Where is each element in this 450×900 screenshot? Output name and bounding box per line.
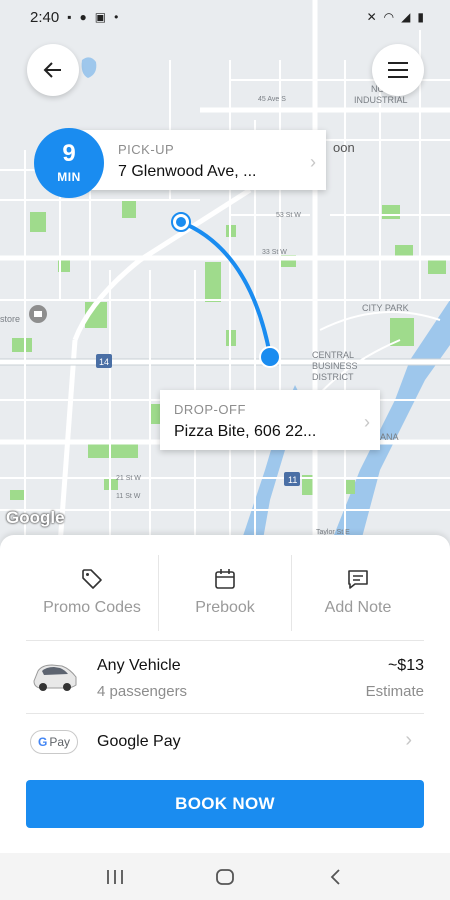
label-53-st: 53 St W: [276, 212, 301, 219]
dot-icon: •: [114, 10, 119, 24]
price-note: Estimate: [365, 683, 424, 700]
status-bar: 2:40 ▪ ● ▣ • ✕ ◠ ◢ ▮: [0, 0, 450, 34]
pickup-label: PICK-UP: [118, 142, 175, 157]
eta-unit: MIN: [57, 170, 81, 184]
eta-value: 9: [62, 140, 76, 167]
label-45-ave: 45 Ave S: [258, 96, 286, 103]
highway-shield-14: 14: [96, 354, 112, 368]
vehicle-row[interactable]: Any Vehicle 4 passengers ~$13 Estimate: [26, 645, 424, 711]
svg-text:14: 14: [99, 357, 109, 367]
nav-back-button[interactable]: [315, 862, 355, 892]
google-logo: Google: [6, 508, 65, 527]
payment-method: Google Pay: [97, 733, 181, 750]
signal-icon: ◢: [401, 10, 411, 24]
pickup-marker[interactable]: [171, 212, 191, 232]
sim-icon: ▪: [67, 10, 72, 24]
recent-apps-icon: [107, 869, 123, 884]
battery-icon: ▮: [417, 10, 424, 24]
prebook-label: Prebook: [195, 599, 255, 616]
add-note-label: Add Note: [324, 599, 392, 616]
dropoff-label: DROP-OFF: [174, 402, 246, 417]
dropoff-address: Pizza Bite, 606 22...: [174, 423, 317, 440]
wifi-icon: ◠: [383, 10, 395, 24]
pickup-card[interactable]: PICK-UP 7 Glenwood Ave, ... ›: [70, 130, 326, 190]
chevron-right-icon: ›: [310, 152, 316, 172]
menu-button[interactable]: [372, 44, 424, 96]
label-21-st: 21 St W: [116, 475, 141, 482]
google-pay-badge-text: Pay: [49, 735, 71, 749]
system-nav-bar: [0, 853, 450, 900]
vehicle-name: Any Vehicle: [97, 657, 181, 674]
location-icon: ●: [79, 10, 87, 24]
vehicle-passengers: 4 passengers: [97, 683, 188, 700]
hamburger-icon: [388, 62, 408, 78]
prebook-button[interactable]: Prebook: [158, 555, 291, 631]
tag-icon: [82, 569, 102, 589]
google-pay-icon: G Pay: [30, 730, 78, 754]
svg-text:11: 11: [288, 475, 297, 485]
back-icon: [330, 868, 340, 885]
label-ana: ANA: [380, 432, 399, 442]
label-33-st: 33 St W: [262, 249, 287, 256]
status-time: 2:40: [30, 8, 60, 26]
book-now-button[interactable]: BOOK NOW: [26, 780, 424, 828]
mute-icon: ✕: [366, 10, 377, 24]
label-central-3: DISTRICT: [312, 372, 354, 382]
label-saskatoon: oon: [333, 140, 355, 155]
calendar-icon: [215, 569, 235, 589]
promo-codes-label: Promo Codes: [43, 599, 141, 616]
label-city-park: CITY PARK: [362, 303, 409, 313]
home-icon: [216, 868, 234, 885]
home-button[interactable]: [205, 862, 245, 892]
recent-apps-button[interactable]: [95, 862, 135, 892]
payment-row[interactable]: G Pay Google Pay ›: [26, 715, 424, 771]
eta-badge: 9 MIN: [34, 128, 104, 198]
arrow-left-icon: [43, 62, 61, 78]
status-right: ✕ ◠ ◢ ▮: [367, 11, 424, 23]
image-icon: ▣: [94, 10, 107, 24]
dropoff-marker[interactable]: [259, 346, 281, 368]
price-estimate: ~$13: [387, 657, 424, 674]
chevron-right-icon: ›: [364, 412, 370, 432]
status-left: 2:40 ▪ ● ▣ •: [30, 9, 118, 26]
label-store: store: [0, 314, 20, 324]
divider: [26, 713, 424, 714]
booking-sheet: Promo Codes Prebook Add Note Any Vehicle…: [0, 535, 450, 853]
chevron-right-icon: ›: [405, 729, 412, 751]
dropoff-card[interactable]: DROP-OFF Pizza Bite, 606 22... ›: [160, 390, 380, 450]
highway-shield-11: 11: [284, 472, 300, 486]
note-icon: [348, 570, 368, 589]
store-poi-icon[interactable]: [29, 305, 47, 323]
label-central-2: BUSINESS: [312, 361, 358, 371]
add-note-button[interactable]: Add Note: [291, 555, 424, 631]
car-icon: [33, 664, 77, 691]
divider: [26, 640, 424, 641]
action-row: Promo Codes Prebook Add Note: [26, 555, 424, 631]
label-11-st: 11 St W: [116, 493, 141, 500]
label-north-industrial-2: INDUSTRIAL: [354, 95, 408, 105]
label-central-1: CENTRAL: [312, 350, 354, 360]
back-button[interactable]: [27, 44, 79, 96]
pickup-address: 7 Glenwood Ave, ...: [118, 163, 257, 180]
promo-codes-button[interactable]: Promo Codes: [26, 555, 158, 631]
